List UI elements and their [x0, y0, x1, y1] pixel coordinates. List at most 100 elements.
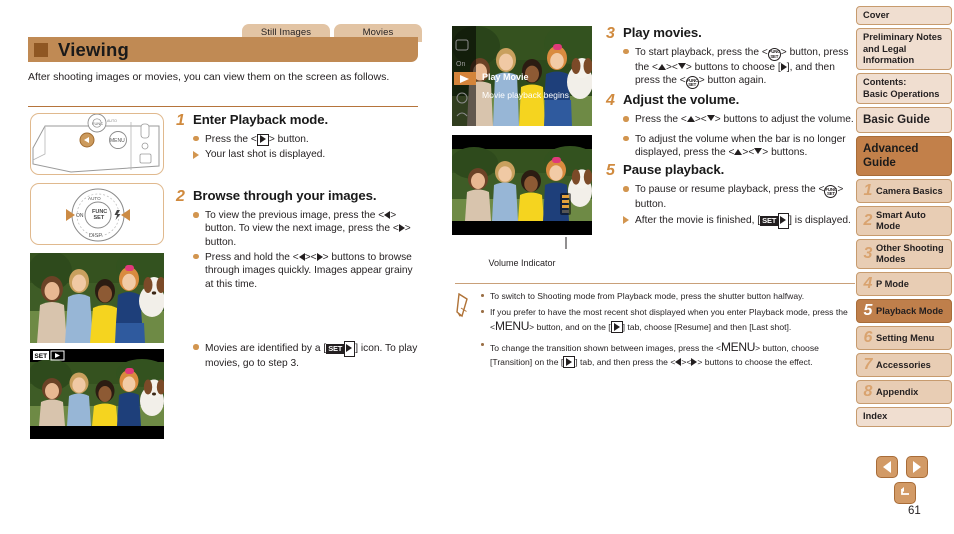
previous-page-button[interactable]: [876, 456, 898, 478]
sidebar-navigation: Cover Preliminary Notes and Legal Inform…: [856, 6, 952, 430]
bullet-dot-icon: [193, 341, 205, 350]
sidebar-item-advanced-guide[interactable]: Advanced Guide: [856, 136, 952, 177]
pencil-icon: [455, 290, 481, 373]
svg-text:SET: SET: [94, 215, 105, 221]
volume-screen: [452, 135, 592, 235]
next-page-button[interactable]: [906, 456, 928, 478]
kids-photo-svg-1: [30, 253, 164, 343]
control-dial-illustration: FUNC SET AUTO DISP. ON: [30, 183, 164, 245]
movies-identified-note: Movies are identified by a [SET] icon. T…: [193, 341, 421, 370]
step-2-bullet-1: To view the previous image, press the < >…: [193, 209, 421, 249]
chapter-number: 6: [863, 329, 873, 347]
page-navigation-buttons: [876, 456, 928, 478]
sidebar-item-camera-basics[interactable]: 1 Camera Basics: [856, 179, 952, 204]
sidebar-item-other-shooting-modes[interactable]: 3 Other Shooting Modes: [856, 239, 952, 270]
play-badge-icon: [344, 341, 356, 357]
right-arrow-icon: [316, 252, 323, 261]
bullet-dot-icon: [193, 133, 205, 142]
note-item-1: To switch to Shooting mode from Playback…: [481, 290, 855, 302]
camera-back-svg: FUNC MENU AUTO: [32, 114, 160, 173]
home-button[interactable]: [894, 482, 916, 504]
chapter-number: 4: [863, 275, 873, 293]
step-2-bullet-2: Press and hold the < >< > buttons to brows…: [193, 251, 421, 291]
step-1-title: Enter Playback mode.: [193, 112, 329, 127]
step-4: 4 Adjust the volume. Press the < >< > butt…: [606, 92, 856, 159]
menu-button-icon: MENU: [495, 319, 530, 334]
func-set-button-icon: FUNC SET: [685, 76, 699, 90]
bullet-dot-icon: [623, 113, 635, 122]
svg-text:ON: ON: [76, 213, 84, 219]
chapter-number: 5: [863, 302, 873, 320]
chapter-number: 3: [863, 245, 873, 263]
sidebar-item-smart-auto-mode[interactable]: 2 Smart Auto Mode: [856, 206, 952, 237]
sidebar-item-playback-mode[interactable]: 5 Playback Mode: [856, 299, 952, 324]
svg-text:FUNC: FUNC: [92, 121, 103, 126]
note-item-2: If you prefer to have the most recent sh…: [481, 306, 855, 335]
step-3-number: 3: [606, 25, 615, 42]
manual-page: Still Images Movies Viewing After shooti…: [0, 0, 954, 534]
playback-tab-icon: [610, 321, 623, 334]
camera-back-illustration: FUNC MENU AUTO: [30, 113, 164, 175]
step-5-title: Pause playback.: [623, 162, 725, 178]
note-bullet-icon: [481, 339, 490, 368]
middle-figure-column: On Play Movie Movie playback begins Volu…: [452, 26, 592, 268]
sidebar-item-contents[interactable]: Contents: Basic Operations: [856, 73, 952, 104]
bullet-triangle-icon: [193, 148, 205, 159]
sidebar-item-preliminary-notes[interactable]: Preliminary Notes and Legal Information: [856, 28, 952, 71]
divider-top: [28, 106, 418, 107]
volume-callout-line: [565, 237, 567, 249]
svg-text:On: On: [456, 61, 465, 68]
step-1-bullet-2: Your last shot is displayed.: [193, 148, 421, 161]
volume-indicator-caption: Volume Indicator: [488, 258, 556, 268]
page-title: Viewing: [58, 38, 129, 60]
chapter-number: 2: [863, 212, 873, 230]
chapter-number: 1: [863, 182, 873, 200]
sidebar-item-setting-menu[interactable]: 6 Setting Menu: [856, 326, 952, 351]
chapter-label: P Mode: [876, 278, 909, 289]
sample-photo-1: [30, 253, 164, 343]
page-number: 61: [908, 505, 921, 517]
play-movie-screen: On Play Movie Movie playback begins: [452, 26, 592, 126]
playback-button-icon: [256, 133, 269, 146]
func-set-button-icon: FUNC SET: [824, 185, 838, 199]
sidebar-item-cover[interactable]: Cover: [856, 6, 952, 26]
step-2-title: Browse through your images.: [193, 188, 377, 204]
step-1-number: 1: [176, 112, 185, 129]
step-5-number: 5: [606, 162, 615, 180]
kids-photo-svg-2: SET: [30, 349, 164, 439]
bullet-triangle-icon: [623, 213, 635, 225]
svg-text:AUTO: AUTO: [88, 196, 101, 201]
chapter-label: Playback Mode: [876, 305, 944, 316]
note-bullet-icon: [481, 306, 490, 335]
return-arrow-icon: [901, 487, 909, 495]
step-5-bullet-2: After the movie is finished, [SET] is di…: [623, 213, 856, 229]
up-arrow-icon: [657, 63, 666, 70]
intro-text: After shooting images or movies, you can…: [28, 71, 390, 83]
play-movie-screen-svg: On Play Movie Movie playback begins: [452, 26, 592, 126]
play-icon: [780, 62, 787, 71]
chapter-label: Accessories: [876, 359, 931, 370]
sidebar-item-index[interactable]: Index: [856, 407, 952, 427]
chapter-label: Other Shooting Modes: [876, 243, 944, 265]
left-arrow-icon: [384, 211, 391, 219]
bullet-dot-icon: [623, 133, 635, 142]
step-5-bullet-1: To pause or resume playback, press the <…: [623, 183, 856, 211]
sidebar-item-appendix[interactable]: 8 Appendix: [856, 380, 952, 405]
chapter-label: Appendix: [876, 386, 919, 397]
sidebar-item-p-mode[interactable]: 4 P Mode: [856, 272, 952, 297]
step-2-number: 2: [176, 188, 185, 206]
step-3: 3 Play movies. To start playback, press …: [606, 25, 856, 90]
down-arrow-icon: [677, 62, 686, 69]
step-4-title: Adjust the volume.: [623, 92, 740, 108]
svg-text:DISP.: DISP.: [89, 233, 103, 239]
sidebar-item-basic-guide[interactable]: Basic Guide: [856, 106, 952, 134]
playback-tab-icon: [563, 356, 576, 369]
chapter-label: Camera Basics: [876, 185, 943, 196]
section-marker-icon: [34, 42, 48, 57]
set-badge-icon: SET: [326, 344, 345, 355]
chapter-number: 7: [863, 356, 873, 374]
sidebar-item-accessories[interactable]: 7 Accessories: [856, 353, 952, 378]
svg-text:AUTO: AUTO: [107, 119, 117, 123]
step-5: 5 Pause playback. To pause or resume pla…: [606, 162, 856, 229]
bullet-dot-icon: [623, 46, 635, 55]
